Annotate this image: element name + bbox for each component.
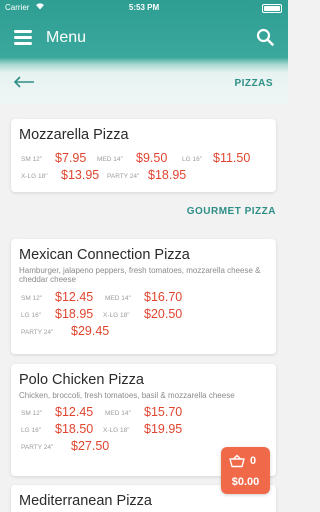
size-label: SM 12" xyxy=(21,410,43,417)
price-value[interactable]: $12.45 xyxy=(55,290,93,304)
battery-icon xyxy=(262,4,282,13)
price-value[interactable]: $16.70 xyxy=(144,290,182,304)
page-title: Menu xyxy=(46,29,87,46)
item-description: Hamburger, jalapeno peppers, fresh tomat… xyxy=(19,266,261,284)
size-label: LG 16" xyxy=(182,156,203,163)
category-label: PIZZAS xyxy=(234,78,273,89)
price-value[interactable]: $18.50 xyxy=(55,422,93,436)
size-label: PARTY 24" xyxy=(21,444,54,451)
price-value[interactable]: $15.70 xyxy=(144,405,182,419)
price-value[interactable]: $7.95 xyxy=(55,151,86,165)
price-value[interactable]: $29.45 xyxy=(71,324,109,338)
price-value[interactable]: $20.50 xyxy=(144,307,182,321)
search-icon[interactable] xyxy=(256,28,274,46)
size-label: LG 16" xyxy=(21,427,42,434)
size-label: MED 14" xyxy=(97,156,123,163)
size-label: X-LG 18" xyxy=(21,173,48,180)
price-value[interactable]: $19.95 xyxy=(144,422,182,436)
price-value[interactable]: $13.95 xyxy=(61,168,99,182)
size-label: X-LG 18" xyxy=(103,312,130,319)
item-name: Mozzarella Pizza xyxy=(19,127,129,143)
item-description: Chicken, broccoli, fresh tomatoes, basil… xyxy=(19,391,235,400)
size-label: LG 16" xyxy=(21,312,42,319)
menu-item-card[interactable]: Mozzarella Pizza SM 12" $7.95 MED 14" $9… xyxy=(11,119,276,192)
cart-icon xyxy=(229,454,245,468)
cart-button[interactable]: 0 $0.00 xyxy=(221,447,270,494)
cart-count: 0 xyxy=(250,455,257,467)
hamburger-menu-icon[interactable] xyxy=(14,29,32,45)
price-row: LG 16" $18.95 X-LG 18" $20.50 xyxy=(19,307,276,324)
sub-header: PIZZAS xyxy=(0,66,288,102)
size-label: PARTY 24" xyxy=(21,329,54,336)
price-row: SM 12" $12.45 MED 14" $15.70 xyxy=(19,405,276,422)
price-value[interactable]: $11.50 xyxy=(213,151,250,165)
price-row: PARTY 24" $29.45 xyxy=(19,324,276,341)
size-label: MED 14" xyxy=(105,295,131,302)
size-label: SM 12" xyxy=(21,156,43,163)
back-arrow-icon[interactable] xyxy=(13,74,35,90)
price-value[interactable]: $18.95 xyxy=(148,168,186,182)
top-bar: Menu xyxy=(0,20,288,58)
price-row: LG 16" $18.50 X-LG 18" $19.95 xyxy=(19,422,276,439)
section-title: GOURMET PIZZA xyxy=(186,206,276,217)
price-value[interactable]: $9.50 xyxy=(136,151,167,165)
menu-item-card[interactable]: Mexican Connection Pizza Hamburger, jala… xyxy=(11,239,276,354)
price-value[interactable]: $18.95 xyxy=(55,307,93,321)
item-name: Polo Chicken Pizza xyxy=(19,372,144,388)
size-label: PARTY 24" xyxy=(107,173,140,180)
price-row: SM 12" $7.95 MED 14" $9.50 LG 16" $11.50 xyxy=(19,151,276,168)
size-label: X-LG 18" xyxy=(103,427,130,434)
item-name: Mediterranean Pizza xyxy=(19,493,152,509)
price-value[interactable]: $12.45 xyxy=(55,405,93,419)
price-row: SM 12" $12.45 MED 14" $16.70 xyxy=(19,290,276,307)
size-label: MED 14" xyxy=(105,410,131,417)
size-label: SM 12" xyxy=(21,295,43,302)
status-bar: Carrier 5:53 PM xyxy=(0,0,288,16)
price-value[interactable]: $27.50 xyxy=(71,439,109,453)
status-time: 5:53 PM xyxy=(128,3,160,12)
price-row: X-LG 18" $13.95 PARTY 24" $18.95 xyxy=(19,168,276,185)
cart-total: $0.00 xyxy=(231,476,260,488)
item-name: Mexican Connection Pizza xyxy=(19,247,190,263)
header-background: Carrier 5:53 PM Menu PIZZAS xyxy=(0,0,288,104)
